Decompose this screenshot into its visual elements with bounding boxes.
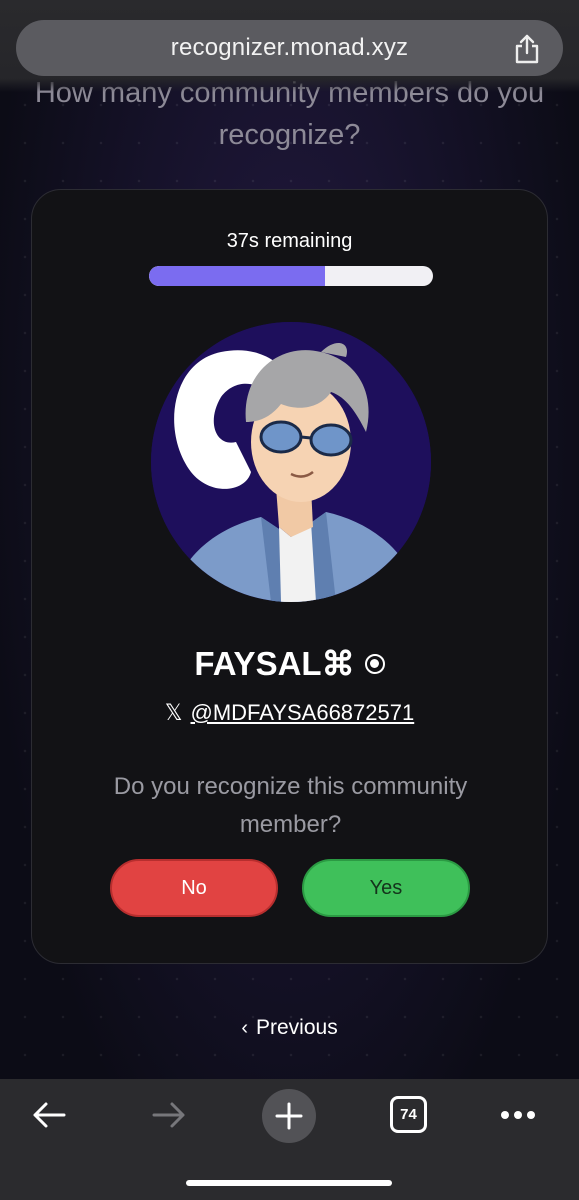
timer-progress-bar — [149, 266, 433, 286]
previous-label: Previous — [255, 1016, 338, 1039]
x-logo-icon: 𝕏 — [164, 700, 183, 726]
recognition-question: Do you recognize this community member? — [113, 773, 468, 838]
previous-button[interactable]: ‹ Previous — [0, 1016, 579, 1040]
chevron-left-icon: ‹ — [241, 1016, 248, 1039]
member-name-row: FAYSAL⌘ — [32, 644, 547, 683]
url-text: recognizer.monad.xyz — [170, 34, 409, 61]
recognition-card: 37s remaining FAYSAL⌘ 𝕏 @MDFAYSA66872571… — [31, 189, 548, 964]
more-menu-icon[interactable] — [497, 1095, 539, 1135]
home-indicator — [186, 1180, 392, 1186]
yes-button[interactable]: Yes — [302, 859, 470, 917]
share-icon[interactable] — [513, 34, 541, 64]
page: recognizer.monad.xyz How many community … — [0, 0, 579, 1200]
timer-text: 37s remaining — [226, 230, 353, 252]
plus-icon — [275, 1102, 303, 1130]
address-bar[interactable]: recognizer.monad.xyz — [16, 20, 563, 76]
new-tab-button[interactable] — [262, 1089, 316, 1143]
back-arrow-icon[interactable] — [28, 1095, 70, 1135]
tabs-count-button[interactable]: 74 — [390, 1096, 427, 1133]
no-button[interactable]: No — [110, 859, 278, 917]
timer-progress-fill — [149, 266, 326, 286]
member-name: FAYSAL⌘ — [194, 645, 355, 682]
verified-icon — [364, 653, 385, 674]
forward-arrow-icon[interactable] — [148, 1095, 190, 1135]
member-handle-row[interactable]: 𝕏 @MDFAYSA66872571 — [32, 700, 547, 726]
member-handle-link[interactable]: @MDFAYSA66872571 — [191, 700, 415, 726]
member-avatar — [151, 322, 431, 602]
